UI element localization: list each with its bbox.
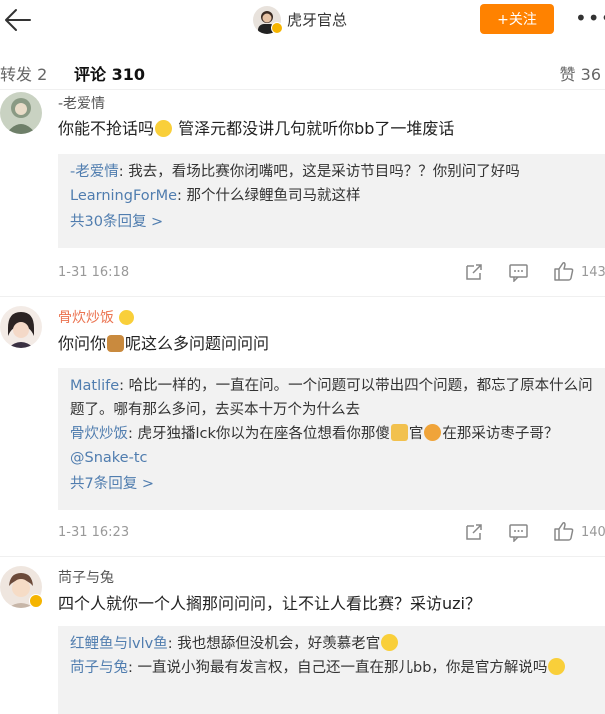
follow-button[interactable]: +关注	[480, 4, 554, 34]
tab-comments[interactable]: 评论 310	[74, 61, 145, 85]
comment-item: -老爱情 你能不抢话吗 管泽元都没讲几句就听你bb了一堆废话 -老爱情: 我去，…	[0, 90, 605, 290]
comment-time: 1-31 16:18	[58, 265, 130, 280]
reply-username[interactable]: -老爱情	[70, 164, 119, 180]
more-replies-link[interactable]: 共30条回复 >	[70, 210, 595, 234]
reply-text: 在那采访枣子哥？	[442, 426, 559, 442]
like-count: 140	[581, 525, 605, 540]
reply-text: : 我去，看场比赛你闭嘴吧，这是采访节目吗？？你别问了好吗	[118, 164, 520, 180]
more-options-icon[interactable]: •••	[575, 8, 605, 28]
blush-emoji-icon	[381, 634, 399, 651]
comment-item: 苘子与兔 四个人就你一个人搁那问问问，让不让人看比赛？采访uzi？ 红鲤鱼与lv…	[0, 560, 605, 714]
heart-eyes-emoji-icon	[119, 310, 135, 325]
sweat-smile-emoji-icon	[548, 658, 566, 675]
reply-box[interactable]: Matlife: 哈比一样的，一直在问。一个问题可以带出四个问题，都忘了原本什么…	[58, 368, 605, 510]
tab-reposts[interactable]: 转发 2	[0, 61, 47, 85]
smile-emoji-icon	[155, 120, 173, 137]
reply-line: LearningForMe: 那个什么绿鲤鱼司马就这样	[70, 184, 595, 208]
reply-username[interactable]: LearningForMe	[70, 188, 177, 204]
verified-badge-icon	[29, 594, 43, 608]
avatar[interactable]	[0, 92, 42, 134]
comment-text-part: 呢这么多问题问问问	[125, 334, 270, 353]
comment-text-part: 你能不抢话吗	[58, 119, 155, 138]
comment-item: 骨炊炒饭 你问你 呢这么多问题问问问 Matlife: 哈比一样的，一直在问。一个…	[0, 300, 605, 548]
mention-link[interactable]: @Snake-tc	[70, 450, 147, 466]
dog-emoji-icon	[107, 335, 125, 352]
page-title: 虎牙官总	[287, 11, 348, 29]
comment-username[interactable]: -老爱情	[58, 93, 105, 113]
top-bar: 虎牙官总 +关注 •••	[0, 0, 605, 42]
cat-emoji-icon	[424, 424, 442, 441]
reply-username[interactable]: Matlife	[70, 378, 119, 394]
reply-text: : 我也想舔但没机会，好羡慕老官	[167, 636, 381, 652]
like-icon[interactable]	[553, 521, 575, 541]
reply-box[interactable]: -老爱情: 我去，看场比赛你闭嘴吧，这是采访节目吗？？你别问了好吗 Learni…	[58, 154, 605, 248]
comment-text-part: 管泽元都没讲几句就听你bb了一堆废话	[178, 119, 455, 138]
more-replies-link[interactable]: 共7条回复 >	[70, 472, 595, 496]
reply-text: 官	[408, 426, 424, 442]
beer-emoji-icon	[390, 424, 408, 441]
tab-bar: 转发 2 评论 310 赞 36	[0, 42, 605, 90]
comment-username-text: 骨炊炒饭	[58, 310, 114, 326]
comment-text: 你问你 呢这么多问题问问问	[58, 331, 269, 357]
reply-username[interactable]: 骨炊炒饭	[70, 426, 128, 442]
tab-likes[interactable]: 赞 36	[560, 61, 601, 85]
reply-line: Matlife: 哈比一样的，一直在问。一个问题可以带出四个问题，都忘了原本什么…	[70, 374, 595, 422]
reply-icon[interactable]	[508, 522, 530, 543]
reply-text: : 一直说小狗最有发言权，自己还一直在那儿bb，你是官方解说吗	[128, 660, 548, 676]
reply-line: -老爱情: 我去，看场比赛你闭嘴吧，这是采访节目吗？？你别问了好吗	[70, 160, 595, 184]
divider	[0, 556, 605, 557]
comment-username[interactable]: 骨炊炒饭	[58, 307, 135, 327]
reply-box[interactable]: 红鲤鱼与lvlv鱼: 我也想舔但没机会，好羡慕老官 苘子与兔: 一直说小狗最有发…	[58, 626, 605, 714]
reply-text: : 虎牙独播lck你以为在座各位想看你那傻	[128, 426, 390, 442]
comment-text: 你能不抢话吗 管泽元都没讲几句就听你bb了一堆废话	[58, 116, 454, 142]
reply-line: 骨炊炒饭: 虎牙独播lck你以为在座各位想看你那傻 官 在那采访枣子哥？ @Snake…	[70, 422, 595, 470]
reply-line: 苘子与兔: 一直说小狗最有发言权，自己还一直在那儿bb，你是官方解说吗	[70, 656, 595, 680]
comment-text: 四个人就你一个人搁那问问问，让不让人看比赛？采访uzi？	[58, 594, 481, 613]
reply-line: 红鲤鱼与lvlv鱼: 我也想舔但没机会，好羡慕老官	[70, 632, 595, 656]
avatar[interactable]	[0, 306, 42, 348]
back-arrow-icon[interactable]	[2, 6, 34, 34]
like-icon[interactable]	[553, 261, 575, 281]
share-icon[interactable]	[463, 522, 485, 542]
reply-text: : 那个什么绿鲤鱼司马就这样	[177, 188, 361, 204]
comment-time: 1-31 16:23	[58, 525, 130, 540]
comment-username[interactable]: 苘子与兔	[58, 567, 114, 587]
like-count: 143	[581, 265, 605, 280]
reply-icon[interactable]	[508, 262, 530, 283]
reply-text: : 哈比一样的，一直在问。一个问题可以带出四个问题，都忘了原本什么问题了。哪有那…	[70, 378, 593, 418]
reply-username[interactable]: 苘子与兔	[70, 660, 128, 676]
share-icon[interactable]	[463, 262, 485, 282]
reply-username[interactable]: 红鲤鱼与lvlv鱼	[70, 636, 168, 652]
divider	[0, 296, 605, 297]
verified-badge-icon	[271, 22, 283, 34]
comment-text-part: 你问你	[58, 334, 107, 353]
